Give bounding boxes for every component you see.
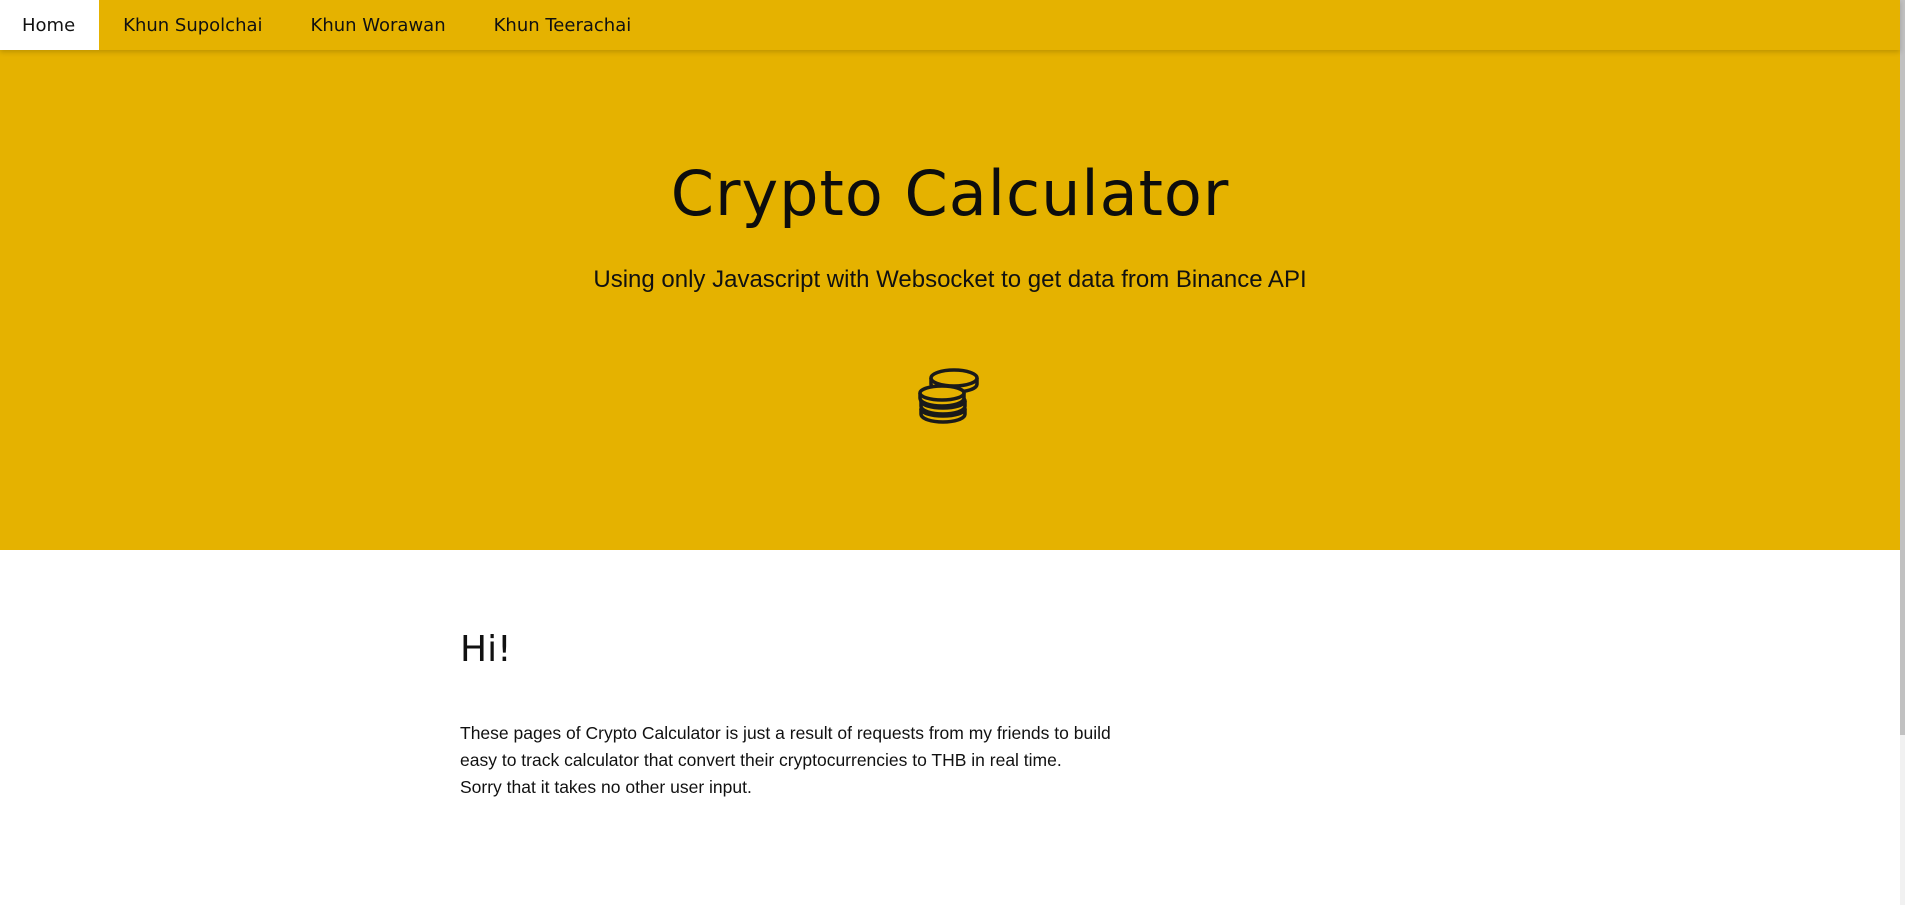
intro-heading: Hi! — [460, 629, 512, 670]
intro-paragraph: These pages of Crypto Calculator is just… — [460, 720, 1130, 801]
page-title: Crypto Calculator — [670, 157, 1230, 230]
nav-item-khun-supolchai[interactable]: Khun Supolchai — [99, 0, 286, 50]
vertical-scrollbar[interactable] — [1900, 0, 1905, 905]
nav-item-khun-worawan[interactable]: Khun Worawan — [287, 0, 470, 50]
scrollbar-thumb[interactable] — [1900, 0, 1905, 735]
intro-line: easy to track calculator that convert th… — [460, 750, 1062, 770]
coins-icon — [918, 368, 979, 424]
intro-line: Sorry that it takes no other user input. — [460, 777, 752, 797]
page: Home Khun Supolchai Khun Worawan Khun Te… — [0, 0, 1905, 905]
top-navbar: Home Khun Supolchai Khun Worawan Khun Te… — [0, 0, 1900, 50]
nav-item-khun-teerachai[interactable]: Khun Teerachai — [470, 0, 656, 50]
nav-item-home[interactable]: Home — [0, 0, 100, 50]
page-subtitle: Using only Javascript with Websocket to … — [593, 266, 1307, 293]
intro-line: These pages of Crypto Calculator is just… — [460, 723, 1111, 743]
hero-header: Crypto Calculator Using only Javascript … — [0, 50, 1900, 550]
